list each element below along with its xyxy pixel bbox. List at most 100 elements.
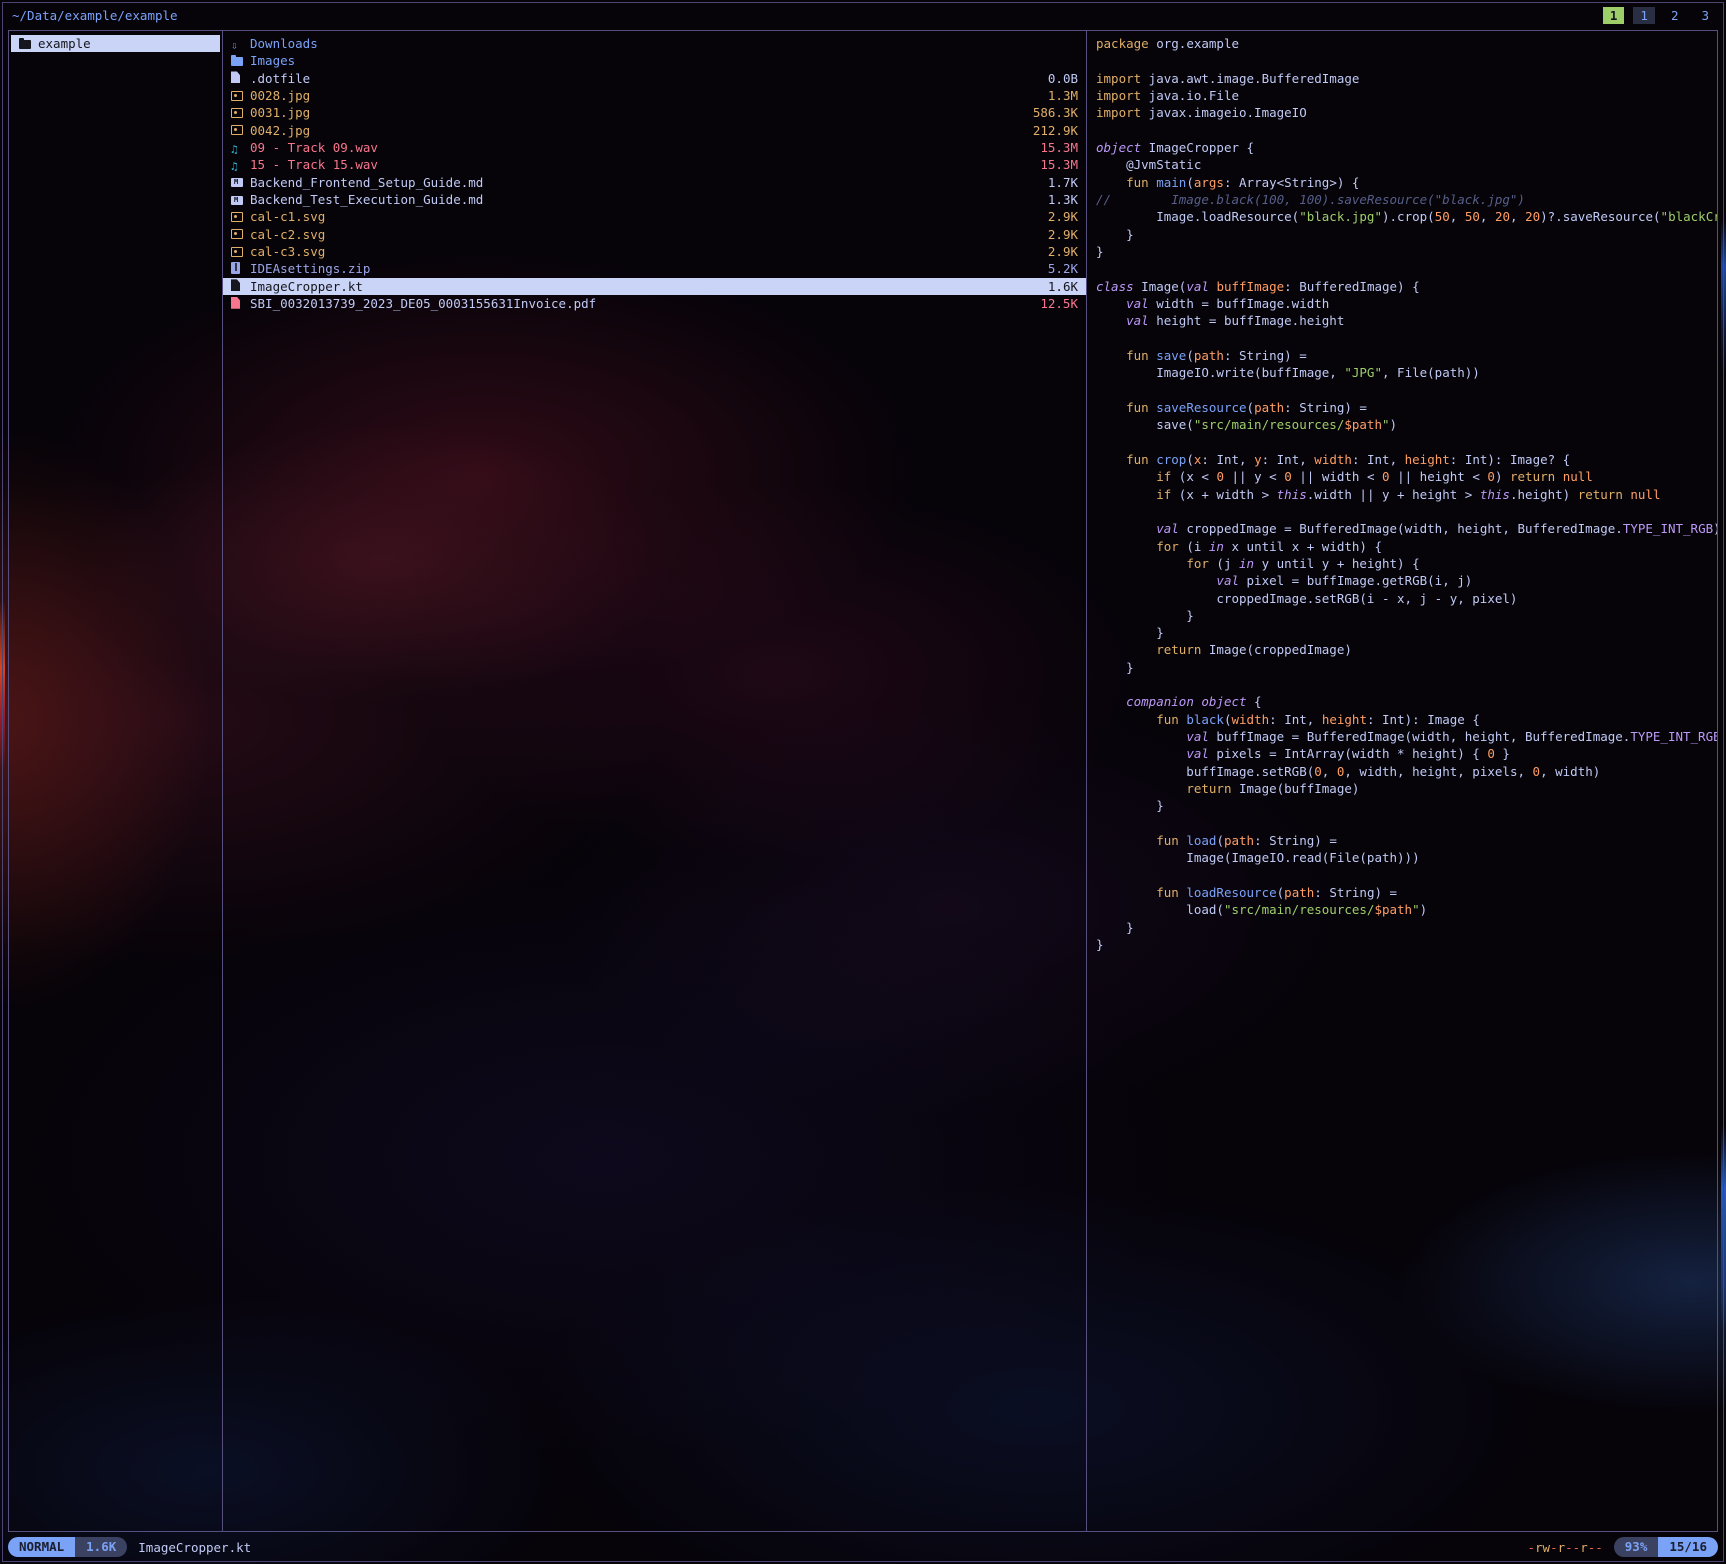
- wallpaper-edge-right: [1721, 0, 1726, 1564]
- file-size: 2.9K: [1048, 226, 1078, 243]
- tab-3[interactable]: 3: [1694, 7, 1716, 24]
- file-name: Images: [250, 53, 295, 68]
- tab-2[interactable]: 2: [1664, 7, 1686, 24]
- file-size: 586.3K: [1033, 104, 1078, 121]
- file-row[interactable]: ImageCropper.kt1.6K: [223, 278, 1086, 295]
- file-size: 0.0B: [1048, 70, 1078, 87]
- wallpaper-edge-left: [0, 600, 5, 770]
- code-line: Image(ImageIO.read(File(path))): [1096, 849, 1715, 866]
- code-line: val pixels = IntArray(width * height) { …: [1096, 745, 1715, 762]
- code-line: object ImageCropper {: [1096, 139, 1715, 156]
- file-row[interactable]: cal-c1.svg2.9K: [223, 208, 1086, 225]
- file-row[interactable]: Images: [223, 52, 1086, 69]
- folder-icon: [19, 36, 33, 53]
- code-line: val pixel = buffImage.getRGB(i, j): [1096, 572, 1715, 589]
- file-size: 212.9K: [1033, 122, 1078, 139]
- file-name: .dotfile: [250, 71, 310, 86]
- file-row[interactable]: 0031.jpg586.3K: [223, 104, 1086, 121]
- file-name: 0028.jpg: [250, 88, 310, 103]
- code-line: [1096, 434, 1715, 451]
- mode-pill: NORMAL 1.6K: [8, 1537, 127, 1557]
- code-line: fun saveResource(path: String) =: [1096, 399, 1715, 416]
- file-size: 12.5K: [1040, 295, 1078, 312]
- code-line: fun load(path: String) =: [1096, 832, 1715, 849]
- cursor-position: 15/16: [1658, 1537, 1718, 1557]
- image-icon: [231, 209, 245, 226]
- panel-box: example ⇩DownloadsImages.dotfile0.0B0028…: [8, 30, 1718, 1532]
- sidebar-item-example[interactable]: example: [11, 35, 220, 52]
- code-line: save("src/main/resources/$path"): [1096, 416, 1715, 433]
- code-line: fun black(width: Int, height: Int): Imag…: [1096, 711, 1715, 728]
- file-row[interactable]: IDEAsettings.zip5.2K: [223, 260, 1086, 277]
- file-row[interactable]: 0028.jpg1.3M: [223, 87, 1086, 104]
- code-line: [1096, 122, 1715, 139]
- file-name: cal-c1.svg: [250, 209, 325, 224]
- code-line: fun save(path: String) =: [1096, 347, 1715, 364]
- status-right: -rw-r--r-- 93% 15/16: [1527, 1537, 1718, 1557]
- image-icon: [231, 105, 245, 122]
- file-size-indicator: 1.6K: [75, 1537, 127, 1557]
- current-path: ~/Data/example/example: [12, 8, 178, 23]
- code-line: @JvmStatic: [1096, 156, 1715, 173]
- file-name: Backend_Frontend_Setup_Guide.md: [250, 175, 483, 190]
- code-line: }: [1096, 226, 1715, 243]
- code-line: class Image(val buffImage: BufferedImage…: [1096, 278, 1715, 295]
- file-name: ImageCropper.kt: [250, 279, 363, 294]
- parent-directory-pane: example: [9, 31, 223, 1531]
- file-name: Backend_Test_Execution_Guide.md: [250, 192, 483, 207]
- file-size: 15.3M: [1040, 156, 1078, 173]
- code-line: croppedImage.setRGB(i - x, j - y, pixel): [1096, 590, 1715, 607]
- file-row[interactable]: SBI_0032013739_2023_DE05_0003155631Invoi…: [223, 295, 1086, 312]
- download-icon: ⇩: [231, 36, 245, 53]
- file-list-pane: ⇩DownloadsImages .dotfile 0.0B0028.jpg1.3M…: [223, 31, 1087, 1531]
- top-bar: ~/Data/example/example 1 123: [12, 4, 1716, 26]
- code-line: buffImage.setRGB(0, 0, width, height, pi…: [1096, 763, 1715, 780]
- status-bar: NORMAL 1.6K ImageCropper.kt -rw-r--r-- 9…: [8, 1536, 1718, 1558]
- code-line: import javax.imageio.ImageIO: [1096, 104, 1715, 121]
- status-filename: ImageCropper.kt: [138, 1540, 251, 1555]
- file-row[interactable]: cal-c3.svg2.9K: [223, 243, 1086, 260]
- code-line: [1096, 867, 1715, 884]
- pdf-icon: [231, 296, 245, 313]
- code-line: return Image(buffImage): [1096, 780, 1715, 797]
- image-icon: [231, 122, 245, 139]
- preview-pane: package org.example import java.awt.imag…: [1087, 31, 1717, 1531]
- code-line: companion object {: [1096, 693, 1715, 710]
- code-line: }: [1096, 797, 1715, 814]
- code-line: import java.awt.image.BufferedImage: [1096, 70, 1715, 87]
- file-row[interactable]: Backend_Frontend_Setup_Guide.md1.7K: [223, 174, 1086, 191]
- code-line: ImageIO.write(buffImage, "JPG", File(pat…: [1096, 364, 1715, 381]
- code-line: for (i in x until x + width) {: [1096, 538, 1715, 555]
- file-row[interactable]: 0042.jpg 212.9K: [223, 122, 1086, 139]
- file-row[interactable]: .dotfile 0.0B: [223, 70, 1086, 87]
- image-icon: [231, 244, 245, 261]
- code-line: fun main(args: Array<String>) {: [1096, 174, 1715, 191]
- tab-1[interactable]: 1: [1633, 7, 1655, 24]
- file-row[interactable]: ⇩Downloads: [223, 35, 1086, 52]
- image-icon: [231, 226, 245, 243]
- code-line: fun loadResource(path: String) =: [1096, 884, 1715, 901]
- code-line: }: [1096, 659, 1715, 676]
- code-line: import java.io.File: [1096, 87, 1715, 104]
- file-icon: [231, 278, 245, 295]
- file-row[interactable]: Backend_Test_Execution_Guide.md1.3K: [223, 191, 1086, 208]
- code-line: package org.example: [1096, 35, 1715, 52]
- file-name: 0042.jpg: [250, 123, 310, 138]
- code-line: if (x < 0 || y < 0 || width < 0 || heigh…: [1096, 468, 1715, 485]
- code-line: if (x + width > this.width || y + height…: [1096, 486, 1715, 503]
- archive-icon: [231, 261, 245, 278]
- code-line: [1096, 382, 1715, 399]
- tabs: 123: [1633, 7, 1716, 24]
- file-row[interactable]: ♫09 - Track 09.wav15.3M: [223, 139, 1086, 156]
- code-line: [1096, 676, 1715, 693]
- file-row[interactable]: cal-c2.svg2.9K: [223, 226, 1086, 243]
- file-size: 15.3M: [1040, 139, 1078, 156]
- code-line: }: [1096, 624, 1715, 641]
- file-name: 09 - Track 09.wav: [250, 140, 378, 155]
- terminal-screen: ~/Data/example/example 1 123 example ⇩Do…: [0, 0, 1726, 1564]
- code-line: }: [1096, 243, 1715, 260]
- file-row[interactable]: ♫15 - Track 15.wav15.3M: [223, 156, 1086, 173]
- code-line: val height = buffImage.height: [1096, 312, 1715, 329]
- code-line: [1096, 260, 1715, 277]
- code-line: [1096, 815, 1715, 832]
